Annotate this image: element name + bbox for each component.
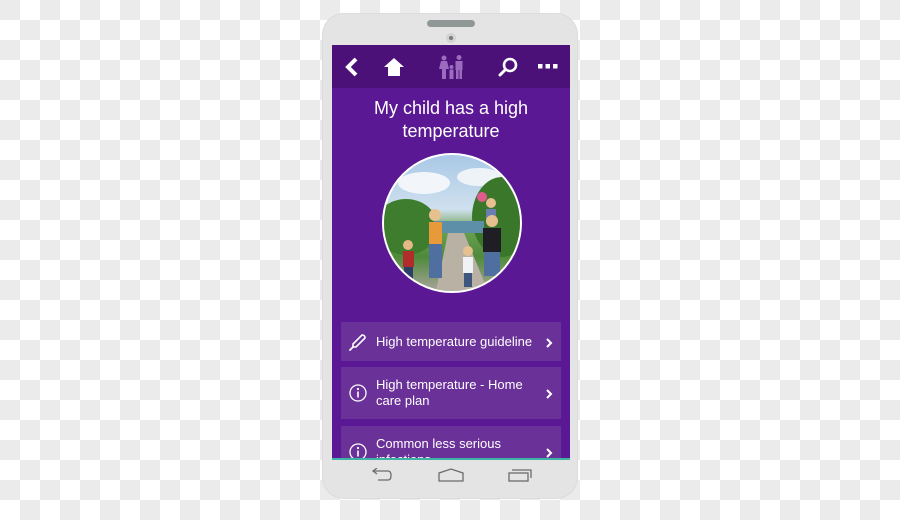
chevron-right-icon bbox=[545, 387, 553, 399]
android-nav-bar bbox=[332, 460, 570, 496]
menu-item-label: Common less serious infections bbox=[376, 436, 501, 460]
app-screen: My child has a high temperature High tem… bbox=[332, 45, 570, 460]
phone-camera bbox=[446, 33, 456, 43]
search-icon[interactable] bbox=[496, 55, 520, 79]
chevron-right-icon bbox=[545, 446, 553, 458]
more-icon[interactable] bbox=[536, 55, 560, 79]
nav-back-button[interactable] bbox=[370, 467, 392, 486]
app-toolbar bbox=[332, 45, 570, 88]
menu-item-common-infections[interactable]: Common less serious infections bbox=[341, 426, 561, 460]
nav-recents-button[interactable] bbox=[508, 468, 532, 486]
home-icon[interactable] bbox=[382, 55, 406, 79]
nav-home-button[interactable] bbox=[438, 468, 464, 486]
family-photo bbox=[382, 153, 522, 293]
phone-speaker bbox=[427, 20, 475, 27]
back-icon[interactable] bbox=[342, 55, 362, 79]
family-icon[interactable] bbox=[436, 55, 466, 79]
page-title: My child has a high temperature bbox=[373, 98, 529, 141]
back-arrow-icon bbox=[371, 467, 392, 481]
phone-frame: My child has a high temperature High tem… bbox=[322, 13, 578, 499]
info-icon bbox=[349, 443, 367, 458]
menu-item-guideline[interactable]: High temperature guideline bbox=[341, 322, 561, 361]
home-outline-icon bbox=[438, 468, 464, 482]
thermometer-icon bbox=[349, 333, 367, 351]
menu-item-label: High temperature guideline bbox=[376, 333, 533, 349]
menu-item-label: High temperature - Home care plan bbox=[376, 377, 523, 408]
info-icon bbox=[349, 384, 367, 402]
chevron-right-icon bbox=[545, 336, 553, 348]
recents-icon bbox=[508, 469, 532, 482]
menu-item-home-care-plan[interactable]: High temperature - Home care plan bbox=[341, 367, 561, 419]
